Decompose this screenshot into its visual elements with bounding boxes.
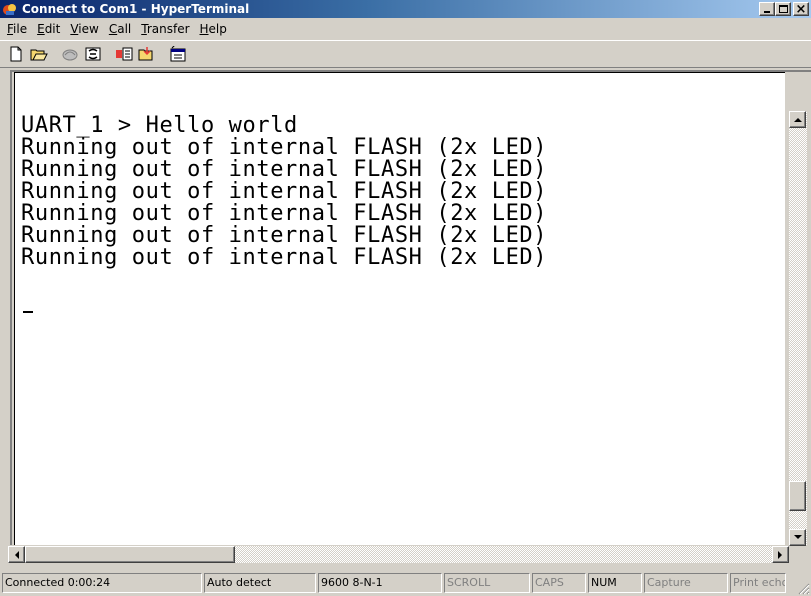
- terminal-cursor: [23, 311, 33, 313]
- close-icon: ×: [795, 1, 807, 17]
- send-button[interactable]: [112, 43, 135, 65]
- menu-call[interactable]: Call: [104, 19, 136, 39]
- toolbar: [0, 40, 811, 68]
- status-bar: Connected 0:00:24 Auto detect 9600 8-N-1…: [0, 570, 811, 596]
- terminal-line: Running out of internal FLASH (2x LED): [21, 157, 548, 182]
- title-bar[interactable]: Connect to Com1 - HyperTerminal ×: [0, 0, 811, 18]
- minimize-icon: [764, 11, 770, 13]
- menu-edit[interactable]: Edit: [32, 19, 65, 39]
- horizontal-scroll-thumb[interactable]: [25, 546, 235, 563]
- connect-button[interactable]: [58, 43, 81, 65]
- open-button[interactable]: [27, 43, 50, 65]
- terminal-line: Running out of internal FLASH (2x LED): [21, 179, 548, 204]
- minimize-button[interactable]: [759, 2, 775, 16]
- scroll-up-button[interactable]: [789, 111, 806, 128]
- close-button[interactable]: ×: [793, 2, 809, 16]
- scroll-down-button[interactable]: [789, 529, 806, 546]
- terminal-line: Running out of internal FLASH (2x LED): [21, 201, 548, 226]
- properties-button[interactable]: [166, 43, 189, 65]
- vertical-scroll-thumb[interactable]: [789, 481, 806, 511]
- menu-transfer[interactable]: Transfer: [136, 19, 194, 39]
- menu-file[interactable]: File: [2, 19, 32, 39]
- receive-icon: [138, 47, 152, 61]
- receive-button[interactable]: [135, 43, 158, 65]
- resize-grip-icon[interactable]: [798, 583, 810, 595]
- status-scroll: SCROLL: [444, 573, 530, 593]
- status-print-echo: Print echo: [730, 573, 786, 593]
- maximize-icon: [778, 5, 788, 13]
- terminal-screen[interactable]: UART_1 > Hello world Running out of inte…: [14, 72, 785, 545]
- terminal-line: Running out of internal FLASH (2x LED): [21, 223, 548, 248]
- arrow-up-icon: [793, 118, 802, 122]
- arrow-down-icon: [793, 535, 802, 539]
- disconnect-icon: [85, 47, 100, 61]
- disconnect-button[interactable]: [81, 43, 104, 65]
- send-icon: [115, 47, 132, 61]
- menu-bar: File Edit View Call Transfer Help: [0, 18, 811, 40]
- menu-view[interactable]: View: [65, 19, 103, 39]
- status-caps: CAPS: [532, 573, 586, 593]
- scrollbar-corner: [789, 546, 807, 563]
- vertical-scrollbar[interactable]: [789, 111, 807, 546]
- arrow-left-icon: [15, 550, 19, 559]
- hyperterminal-app-icon[interactable]: [2, 1, 18, 17]
- status-port-settings: 9600 8-N-1: [318, 573, 442, 593]
- connect-icon: [62, 49, 77, 61]
- new-connection-button[interactable]: [4, 43, 27, 65]
- window-title: Connect to Com1 - HyperTerminal: [22, 2, 250, 16]
- open-icon: [30, 49, 48, 61]
- terminal-frame: UART_1 > Hello world Running out of inte…: [10, 70, 811, 545]
- scroll-right-button[interactable]: [772, 546, 789, 563]
- status-capture: Capture: [644, 573, 728, 593]
- menu-help[interactable]: Help: [195, 19, 232, 39]
- scroll-left-button[interactable]: [8, 546, 25, 563]
- terminal-line: Running out of internal FLASH (2x LED): [21, 135, 548, 160]
- properties-icon: [170, 46, 185, 62]
- status-detect: Auto detect: [204, 573, 316, 593]
- terminal-line: Running out of internal FLASH (2x LED): [21, 245, 548, 270]
- status-connected: Connected 0:00:24: [2, 573, 202, 593]
- maximize-button[interactable]: [775, 2, 791, 16]
- status-num: NUM: [588, 573, 642, 593]
- terminal-line: UART_1 > Hello world: [21, 113, 298, 138]
- arrow-right-icon: [778, 550, 782, 559]
- horizontal-scrollbar[interactable]: [8, 546, 789, 563]
- new-icon: [10, 46, 21, 62]
